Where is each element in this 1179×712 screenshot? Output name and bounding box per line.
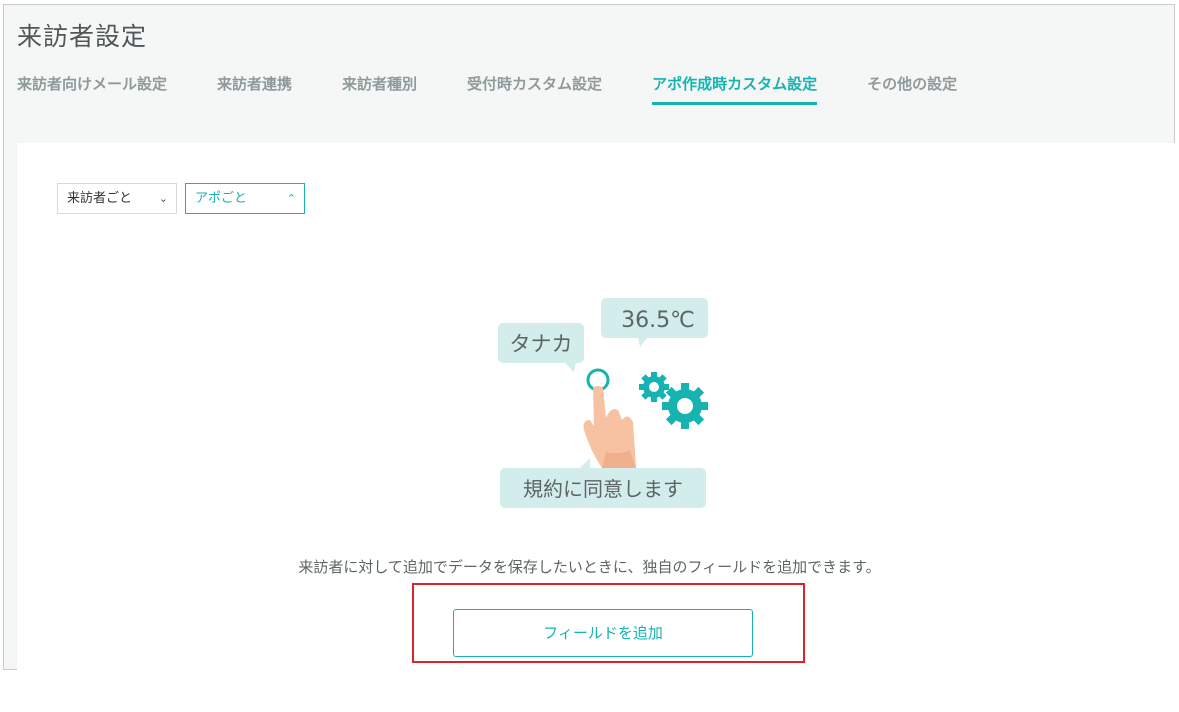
appointment-select[interactable]: アポごと ⌃ [185,183,305,214]
agree-bubble-text: 規約に同意します [523,477,683,501]
tab-visitor-integration[interactable]: 来訪者連携 [217,73,292,105]
add-field-button[interactable]: フィールドを追加 [453,609,753,657]
illustration-svg: 36.5℃ タナカ 規約に同意します [498,298,708,508]
name-bubble: タナカ [498,323,584,372]
temperature-bubble: 36.5℃ [601,298,708,347]
tab-visitor-email-settings[interactable]: 来訪者向けメール設定 [17,73,167,105]
tab-bar: 来訪者向けメール設定 来訪者連携 来訪者種別 受付時カスタム設定 アポ作成時カス… [17,73,1007,105]
small-gear-icon [639,372,669,402]
tab-other-settings[interactable]: その他の設定 [867,73,957,105]
scope-select-value: 来訪者ごと [67,191,133,206]
large-gear-icon [662,383,708,429]
temperature-bubble-text: 36.5℃ [621,308,695,333]
page-title: 来訪者設定 [17,22,148,51]
tab-appointment-custom-settings[interactable]: アポ作成時カスタム設定 [652,73,818,105]
chevron-down-icon: ⌄ [158,192,168,205]
tab-visitor-types[interactable]: 来訪者種別 [342,73,417,105]
chevron-up-icon: ⌃ [286,192,296,205]
tab-reception-custom-settings[interactable]: 受付時カスタム設定 [467,73,602,105]
scope-select[interactable]: 来訪者ごと ⌄ [57,183,177,214]
name-bubble-text: タナカ [510,332,573,356]
empty-state-description: 来訪者に対して追加でデータを保存したいときに、独自のフィールドを追加できます。 [298,558,881,576]
appointment-select-value: アポごと [195,191,248,206]
pointing-hand-icon [583,386,636,468]
empty-state-illustration: 36.5℃ タナカ 規約に同意します [480,290,740,520]
